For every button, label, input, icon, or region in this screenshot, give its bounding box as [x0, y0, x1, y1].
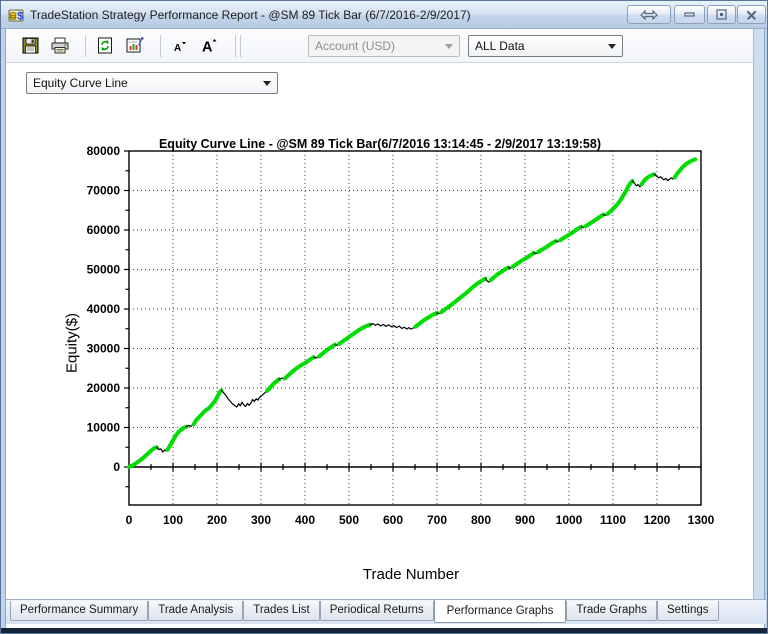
svg-text:500: 500: [339, 513, 359, 527]
toolbar-separator: [240, 34, 241, 57]
svg-text:800: 800: [471, 513, 491, 527]
tab-performance-graphs[interactable]: Performance Graphs: [433, 600, 567, 623]
y-axis-label: Equity($): [63, 312, 81, 374]
tab-trade-graphs[interactable]: Trade Graphs: [566, 601, 657, 621]
report-settings-button[interactable]: [123, 34, 147, 58]
right-gutter: [753, 29, 764, 600]
graph-type-combobox[interactable]: Equity Curve Line: [26, 72, 278, 94]
tradestation-report-window: $ TradeStation Strategy Performance Repo…: [0, 0, 768, 634]
titlebar[interactable]: $ TradeStation Strategy Performance Repo…: [1, 1, 767, 29]
svg-text:30000: 30000: [87, 342, 121, 356]
toolbar: A A Account (USD) ALL Data: [6, 29, 754, 63]
client-area: A A Account (USD) ALL Data Equity Curve …: [5, 29, 766, 630]
svg-text:100: 100: [163, 513, 183, 527]
svg-text:1100: 1100: [600, 513, 626, 527]
font-decrease-icon: A: [174, 41, 186, 54]
font-increase-button[interactable]: A: [198, 34, 222, 58]
font-decrease-button[interactable]: A: [168, 34, 192, 58]
svg-text:70000: 70000: [87, 184, 121, 198]
equity-curve-chart: 0100002000030000400005000060000700008000…: [87, 144, 715, 527]
svg-text:200: 200: [207, 513, 227, 527]
window-bottom-edge: [1, 628, 767, 633]
svg-text:700: 700: [427, 513, 447, 527]
app-icon: $: [8, 9, 24, 22]
svg-text:900: 900: [515, 513, 535, 527]
chevron-down-icon: [608, 43, 616, 49]
save-icon: [22, 37, 38, 54]
svg-text:300: 300: [251, 513, 271, 527]
svg-text:$: $: [17, 10, 23, 22]
tab-settings[interactable]: Settings: [656, 601, 719, 621]
svg-text:20000: 20000: [87, 381, 121, 395]
minimize-button[interactable]: [674, 5, 705, 24]
tab-trades-list[interactable]: Trades List: [243, 601, 320, 621]
restore-button[interactable]: [707, 5, 736, 24]
x-axis-label: Trade Number: [362, 566, 460, 583]
svg-text:1300: 1300: [688, 513, 715, 527]
svg-text:0: 0: [126, 513, 133, 527]
tab-periodical-returns[interactable]: Periodical Returns: [319, 601, 434, 621]
tab-performance-summary[interactable]: Performance Summary: [10, 601, 149, 621]
print-icon: [51, 37, 69, 54]
performance-graphs-panel: Equity Curve Line Equity Curve Line - @S…: [6, 63, 754, 600]
account-combobox[interactable]: Account (USD): [308, 34, 460, 57]
chevron-down-icon: [263, 81, 271, 86]
report-tabbar: Performance Summary Trade Analysis Trade…: [6, 599, 766, 624]
toolbar-separator: [85, 34, 86, 57]
refresh-icon: [98, 37, 112, 54]
svg-text:10000: 10000: [87, 421, 121, 435]
toolbar-separator: [235, 34, 236, 57]
svg-text:40000: 40000: [87, 302, 121, 316]
svg-text:60000: 60000: [87, 223, 121, 237]
save-button[interactable]: [18, 34, 42, 58]
data-range-combobox-value: ALL Data: [475, 38, 525, 53]
account-combobox-value: Account (USD): [315, 38, 396, 53]
svg-text:80000: 80000: [87, 144, 121, 158]
data-range-combobox[interactable]: ALL Data: [468, 34, 623, 57]
svg-text:50000: 50000: [87, 263, 121, 277]
chevron-down-icon: [445, 43, 453, 49]
refresh-button[interactable]: [93, 34, 117, 58]
svg-text:A: A: [174, 43, 181, 54]
svg-text:400: 400: [295, 513, 315, 527]
toolbar-separator: [160, 34, 161, 57]
report-settings-icon: [126, 37, 144, 53]
close-button[interactable]: [737, 5, 766, 24]
font-increase-icon: A: [202, 39, 217, 55]
svg-text:A: A: [202, 40, 213, 55]
tab-trade-analysis[interactable]: Trade Analysis: [148, 601, 244, 621]
graph-type-combobox-value: Equity Curve Line: [33, 76, 128, 90]
svg-text:0: 0: [113, 460, 120, 474]
svg-text:1200: 1200: [644, 513, 671, 527]
print-button[interactable]: [48, 34, 72, 58]
link-windows-button[interactable]: [627, 5, 671, 24]
svg-text:600: 600: [383, 513, 403, 527]
svg-text:1000: 1000: [556, 513, 583, 527]
